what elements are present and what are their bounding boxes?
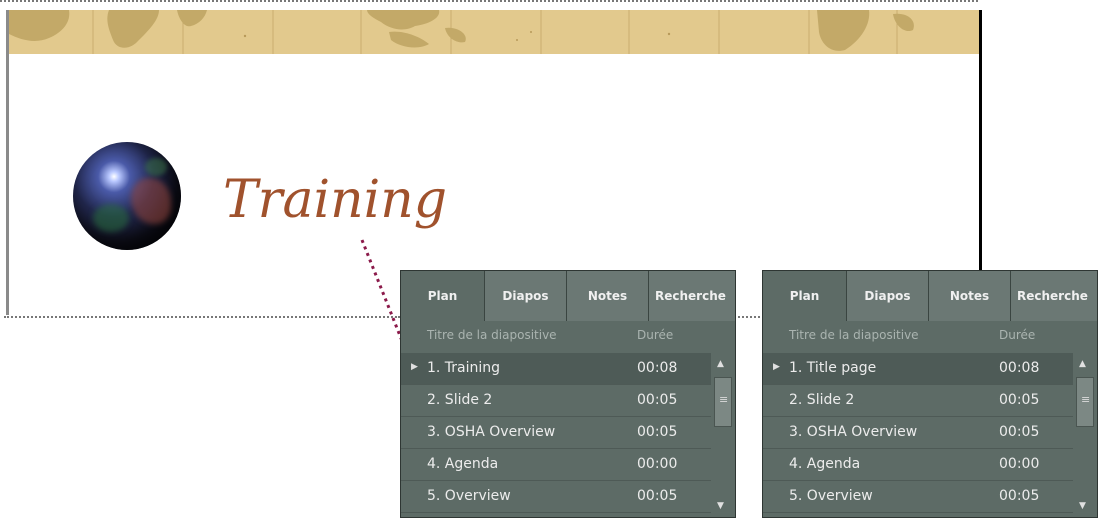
slide-row[interactable]: 2. Slide 2 00:05 <box>401 385 711 417</box>
triangle-down-icon[interactable]: ▼ <box>1079 501 1086 511</box>
outline-panel-right: Plan Diapos Notes Recherche Titre de la … <box>762 270 1098 518</box>
slide-row-title: 3. OSHA Overview <box>427 424 556 440</box>
slide-row-title: 5. Overview <box>427 488 511 504</box>
slide-row-title: 3. OSHA Overview <box>789 424 918 440</box>
triangle-up-icon[interactable]: ▲ <box>1079 359 1086 369</box>
slide-row-duration: 00:00 <box>637 456 678 472</box>
scrollbar-thumb[interactable]: ≡ <box>1076 377 1094 427</box>
slide-row[interactable]: 4. Agenda 00:00 <box>763 449 1073 481</box>
slide-row[interactable]: 5. Overview 00:05 <box>401 481 711 513</box>
grip-icon: ≡ <box>1081 393 1091 406</box>
column-duration: Durée <box>999 328 1036 342</box>
tab-recherche[interactable]: Recherche <box>1011 271 1097 321</box>
slide-row[interactable]: 4. Agenda 00:00 <box>401 449 711 481</box>
tab-diapos[interactable]: Diapos <box>485 271 567 321</box>
slide-row-duration: 00:05 <box>999 392 1040 408</box>
slide-row-duration: 00:08 <box>637 360 678 376</box>
slide-row-duration: 00:05 <box>637 488 678 504</box>
tab-notes[interactable]: Notes <box>929 271 1011 321</box>
triangle-up-icon[interactable]: ▲ <box>717 359 724 369</box>
slide-row[interactable]: 5. Overview 00:05 <box>763 481 1073 513</box>
slide-row[interactable]: 3. OSHA Overview 00:05 <box>401 417 711 449</box>
slide-row-title: 4. Agenda <box>427 456 499 472</box>
slide-row[interactable]: 2. Slide 2 00:05 <box>763 385 1073 417</box>
scrollbar-thumb[interactable]: ≡ <box>714 377 732 427</box>
slide-list: ▶ 1. Training 00:08 2. Slide 2 00:05 3. … <box>401 353 711 513</box>
slide-row[interactable]: ▶ 1. Training 00:08 <box>401 353 711 385</box>
tab-diapos[interactable]: Diapos <box>847 271 929 321</box>
slide-row-duration: 00:05 <box>999 488 1040 504</box>
slide-row[interactable]: 3. OSHA Overview 00:05 <box>763 417 1073 449</box>
tab-plan[interactable]: Plan <box>401 271 485 321</box>
tab-bar: Plan Diapos Notes Recherche <box>763 271 1097 321</box>
slide-row-title: 2. Slide 2 <box>789 392 855 408</box>
slide-row-title: 1. Training <box>427 360 501 376</box>
vertical-scrollbar[interactable]: ▲ ≡ ▼ <box>1073 353 1097 517</box>
slide-row-title: 1. Title page <box>789 360 877 376</box>
slide-row-duration: 00:00 <box>999 456 1040 472</box>
triangle-right-icon: ▶ <box>411 362 418 372</box>
column-title: Titre de la diapositive <box>427 328 557 342</box>
tab-recherche[interactable]: Recherche <box>649 271 735 321</box>
vertical-scrollbar[interactable]: ▲ ≡ ▼ <box>711 353 735 517</box>
column-header: Titre de la diapositive Durée <box>763 321 1097 351</box>
triangle-right-icon: ▶ <box>773 362 780 372</box>
tab-notes[interactable]: Notes <box>567 271 649 321</box>
slide-row[interactable]: ▶ 1. Title page 00:08 <box>763 353 1073 385</box>
column-duration: Durée <box>637 328 674 342</box>
outline-panel-left: Plan Diapos Notes Recherche Titre de la … <box>400 270 736 518</box>
slide-row-duration: 00:05 <box>999 424 1040 440</box>
slide-list: ▶ 1. Title page 00:08 2. Slide 2 00:05 3… <box>763 353 1073 513</box>
column-header: Titre de la diapositive Durée <box>401 321 735 351</box>
slide-row-duration: 00:05 <box>637 424 678 440</box>
slide-row-duration: 00:08 <box>999 360 1040 376</box>
slide-row-duration: 00:05 <box>637 392 678 408</box>
tab-plan[interactable]: Plan <box>763 271 847 321</box>
grip-icon: ≡ <box>719 393 729 406</box>
column-title: Titre de la diapositive <box>789 328 919 342</box>
slide-row-title: 4. Agenda <box>789 456 861 472</box>
triangle-down-icon[interactable]: ▼ <box>717 501 724 511</box>
slide-row-title: 5. Overview <box>789 488 873 504</box>
slide-row-title: 2. Slide 2 <box>427 392 493 408</box>
tab-bar: Plan Diapos Notes Recherche <box>401 271 735 321</box>
